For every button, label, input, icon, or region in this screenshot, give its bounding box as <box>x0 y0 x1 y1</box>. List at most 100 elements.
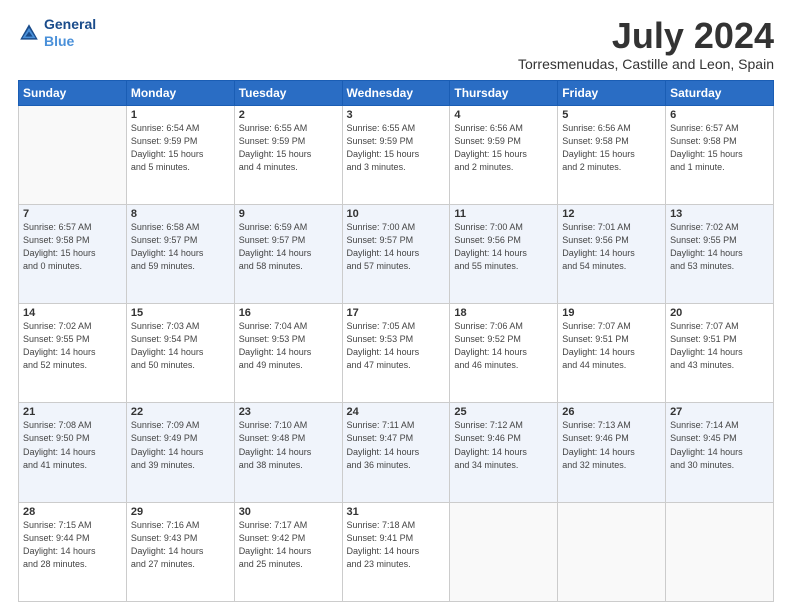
calendar-cell: 10Sunrise: 7:00 AM Sunset: 9:57 PM Dayli… <box>342 204 450 303</box>
day-info: Sunrise: 7:06 AM Sunset: 9:52 PM Dayligh… <box>454 320 553 372</box>
weekday-header-monday: Monday <box>126 80 234 105</box>
day-number: 1 <box>131 109 230 121</box>
day-info: Sunrise: 7:10 AM Sunset: 9:48 PM Dayligh… <box>239 419 338 471</box>
day-info: Sunrise: 7:17 AM Sunset: 9:42 PM Dayligh… <box>239 519 338 571</box>
day-info: Sunrise: 7:14 AM Sunset: 9:45 PM Dayligh… <box>670 419 769 471</box>
weekday-header-thursday: Thursday <box>450 80 558 105</box>
calendar-cell: 8Sunrise: 6:58 AM Sunset: 9:57 PM Daylig… <box>126 204 234 303</box>
logo: General Blue <box>18 16 96 50</box>
calendar-cell: 24Sunrise: 7:11 AM Sunset: 9:47 PM Dayli… <box>342 403 450 502</box>
day-info: Sunrise: 7:15 AM Sunset: 9:44 PM Dayligh… <box>23 519 122 571</box>
day-number: 11 <box>454 208 553 220</box>
day-number: 25 <box>454 406 553 418</box>
day-info: Sunrise: 7:12 AM Sunset: 9:46 PM Dayligh… <box>454 419 553 471</box>
day-info: Sunrise: 7:05 AM Sunset: 9:53 PM Dayligh… <box>347 320 446 372</box>
calendar-cell <box>450 502 558 601</box>
weekday-header-friday: Friday <box>558 80 666 105</box>
day-number: 23 <box>239 406 338 418</box>
calendar-week-row: 21Sunrise: 7:08 AM Sunset: 9:50 PM Dayli… <box>19 403 774 502</box>
day-number: 2 <box>239 109 338 121</box>
day-number: 31 <box>347 506 446 518</box>
calendar-cell: 12Sunrise: 7:01 AM Sunset: 9:56 PM Dayli… <box>558 204 666 303</box>
day-info: Sunrise: 7:09 AM Sunset: 9:49 PM Dayligh… <box>131 419 230 471</box>
day-number: 21 <box>23 406 122 418</box>
day-number: 9 <box>239 208 338 220</box>
day-number: 29 <box>131 506 230 518</box>
calendar-cell: 15Sunrise: 7:03 AM Sunset: 9:54 PM Dayli… <box>126 304 234 403</box>
page: General Blue July 2024 Torresmenudas, Ca… <box>0 0 792 612</box>
calendar-cell: 14Sunrise: 7:02 AM Sunset: 9:55 PM Dayli… <box>19 304 127 403</box>
calendar-header-row: SundayMondayTuesdayWednesdayThursdayFrid… <box>19 80 774 105</box>
calendar-cell: 2Sunrise: 6:55 AM Sunset: 9:59 PM Daylig… <box>234 105 342 204</box>
calendar-cell: 6Sunrise: 6:57 AM Sunset: 9:58 PM Daylig… <box>666 105 774 204</box>
day-info: Sunrise: 7:08 AM Sunset: 9:50 PM Dayligh… <box>23 419 122 471</box>
calendar-cell: 13Sunrise: 7:02 AM Sunset: 9:55 PM Dayli… <box>666 204 774 303</box>
calendar-week-row: 1Sunrise: 6:54 AM Sunset: 9:59 PM Daylig… <box>19 105 774 204</box>
calendar-cell: 17Sunrise: 7:05 AM Sunset: 9:53 PM Dayli… <box>342 304 450 403</box>
day-info: Sunrise: 7:07 AM Sunset: 9:51 PM Dayligh… <box>670 320 769 372</box>
day-number: 7 <box>23 208 122 220</box>
calendar-cell: 21Sunrise: 7:08 AM Sunset: 9:50 PM Dayli… <box>19 403 127 502</box>
logo-text: General Blue <box>44 16 96 50</box>
day-number: 14 <box>23 307 122 319</box>
day-number: 15 <box>131 307 230 319</box>
day-info: Sunrise: 6:58 AM Sunset: 9:57 PM Dayligh… <box>131 221 230 273</box>
day-info: Sunrise: 6:54 AM Sunset: 9:59 PM Dayligh… <box>131 122 230 174</box>
day-number: 28 <box>23 506 122 518</box>
calendar-cell: 3Sunrise: 6:55 AM Sunset: 9:59 PM Daylig… <box>342 105 450 204</box>
day-info: Sunrise: 7:02 AM Sunset: 9:55 PM Dayligh… <box>670 221 769 273</box>
day-number: 17 <box>347 307 446 319</box>
calendar-cell: 22Sunrise: 7:09 AM Sunset: 9:49 PM Dayli… <box>126 403 234 502</box>
day-number: 18 <box>454 307 553 319</box>
main-title: July 2024 <box>518 16 774 56</box>
calendar-cell <box>558 502 666 601</box>
day-info: Sunrise: 7:00 AM Sunset: 9:56 PM Dayligh… <box>454 221 553 273</box>
day-info: Sunrise: 7:04 AM Sunset: 9:53 PM Dayligh… <box>239 320 338 372</box>
day-number: 10 <box>347 208 446 220</box>
calendar-cell: 31Sunrise: 7:18 AM Sunset: 9:41 PM Dayli… <box>342 502 450 601</box>
day-number: 6 <box>670 109 769 121</box>
calendar-cell <box>19 105 127 204</box>
calendar-cell: 28Sunrise: 7:15 AM Sunset: 9:44 PM Dayli… <box>19 502 127 601</box>
calendar-cell: 29Sunrise: 7:16 AM Sunset: 9:43 PM Dayli… <box>126 502 234 601</box>
calendar-cell: 23Sunrise: 7:10 AM Sunset: 9:48 PM Dayli… <box>234 403 342 502</box>
subtitle: Torresmenudas, Castille and Leon, Spain <box>518 56 774 72</box>
day-number: 16 <box>239 307 338 319</box>
day-number: 13 <box>670 208 769 220</box>
calendar-week-row: 14Sunrise: 7:02 AM Sunset: 9:55 PM Dayli… <box>19 304 774 403</box>
day-number: 27 <box>670 406 769 418</box>
calendar-week-row: 7Sunrise: 6:57 AM Sunset: 9:58 PM Daylig… <box>19 204 774 303</box>
day-info: Sunrise: 7:16 AM Sunset: 9:43 PM Dayligh… <box>131 519 230 571</box>
calendar-cell: 11Sunrise: 7:00 AM Sunset: 9:56 PM Dayli… <box>450 204 558 303</box>
day-info: Sunrise: 6:57 AM Sunset: 9:58 PM Dayligh… <box>23 221 122 273</box>
calendar-cell: 20Sunrise: 7:07 AM Sunset: 9:51 PM Dayli… <box>666 304 774 403</box>
weekday-header-tuesday: Tuesday <box>234 80 342 105</box>
calendar-cell: 27Sunrise: 7:14 AM Sunset: 9:45 PM Dayli… <box>666 403 774 502</box>
day-number: 30 <box>239 506 338 518</box>
day-number: 5 <box>562 109 661 121</box>
header: General Blue July 2024 Torresmenudas, Ca… <box>18 16 774 72</box>
weekday-header-wednesday: Wednesday <box>342 80 450 105</box>
day-info: Sunrise: 6:55 AM Sunset: 9:59 PM Dayligh… <box>239 122 338 174</box>
day-info: Sunrise: 6:56 AM Sunset: 9:59 PM Dayligh… <box>454 122 553 174</box>
calendar-cell: 26Sunrise: 7:13 AM Sunset: 9:46 PM Dayli… <box>558 403 666 502</box>
calendar-cell: 16Sunrise: 7:04 AM Sunset: 9:53 PM Dayli… <box>234 304 342 403</box>
day-number: 26 <box>562 406 661 418</box>
day-number: 4 <box>454 109 553 121</box>
day-info: Sunrise: 7:02 AM Sunset: 9:55 PM Dayligh… <box>23 320 122 372</box>
day-number: 19 <box>562 307 661 319</box>
day-info: Sunrise: 6:56 AM Sunset: 9:58 PM Dayligh… <box>562 122 661 174</box>
calendar-cell: 25Sunrise: 7:12 AM Sunset: 9:46 PM Dayli… <box>450 403 558 502</box>
weekday-header-saturday: Saturday <box>666 80 774 105</box>
day-info: Sunrise: 6:55 AM Sunset: 9:59 PM Dayligh… <box>347 122 446 174</box>
logo-icon <box>18 22 40 44</box>
day-info: Sunrise: 7:03 AM Sunset: 9:54 PM Dayligh… <box>131 320 230 372</box>
day-info: Sunrise: 7:11 AM Sunset: 9:47 PM Dayligh… <box>347 419 446 471</box>
weekday-header-sunday: Sunday <box>19 80 127 105</box>
day-number: 8 <box>131 208 230 220</box>
calendar-cell: 9Sunrise: 6:59 AM Sunset: 9:57 PM Daylig… <box>234 204 342 303</box>
day-number: 12 <box>562 208 661 220</box>
title-block: July 2024 Torresmenudas, Castille and Le… <box>518 16 774 72</box>
calendar-cell: 4Sunrise: 6:56 AM Sunset: 9:59 PM Daylig… <box>450 105 558 204</box>
day-info: Sunrise: 7:07 AM Sunset: 9:51 PM Dayligh… <box>562 320 661 372</box>
